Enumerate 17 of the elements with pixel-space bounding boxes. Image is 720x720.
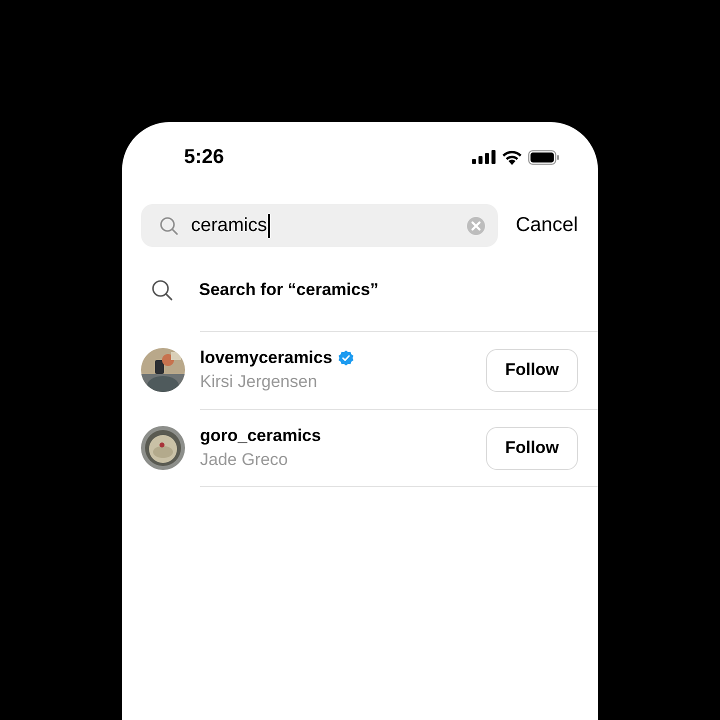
username: goro_ceramics xyxy=(200,426,321,446)
signal-icon xyxy=(472,150,496,164)
clear-icon[interactable] xyxy=(466,216,486,236)
username: lovemyceramics xyxy=(200,348,332,368)
search-field[interactable]: ceramics xyxy=(141,204,498,247)
search-suggestion[interactable]: Search for “ceramics” xyxy=(199,280,379,300)
text-cursor xyxy=(268,214,270,238)
follow-button[interactable]: Follow xyxy=(486,348,578,392)
full-name: Jade Greco xyxy=(200,450,289,470)
follow-button[interactable]: Follow xyxy=(486,426,578,470)
search-icon xyxy=(151,279,173,301)
status-time: 5:26 xyxy=(184,146,224,168)
battery-icon xyxy=(528,150,560,164)
cancel-button[interactable]: Cancel xyxy=(516,214,578,237)
search-icon xyxy=(159,216,179,236)
full-name: Kirsi Jergensen xyxy=(200,372,318,392)
wifi-icon xyxy=(502,150,522,164)
